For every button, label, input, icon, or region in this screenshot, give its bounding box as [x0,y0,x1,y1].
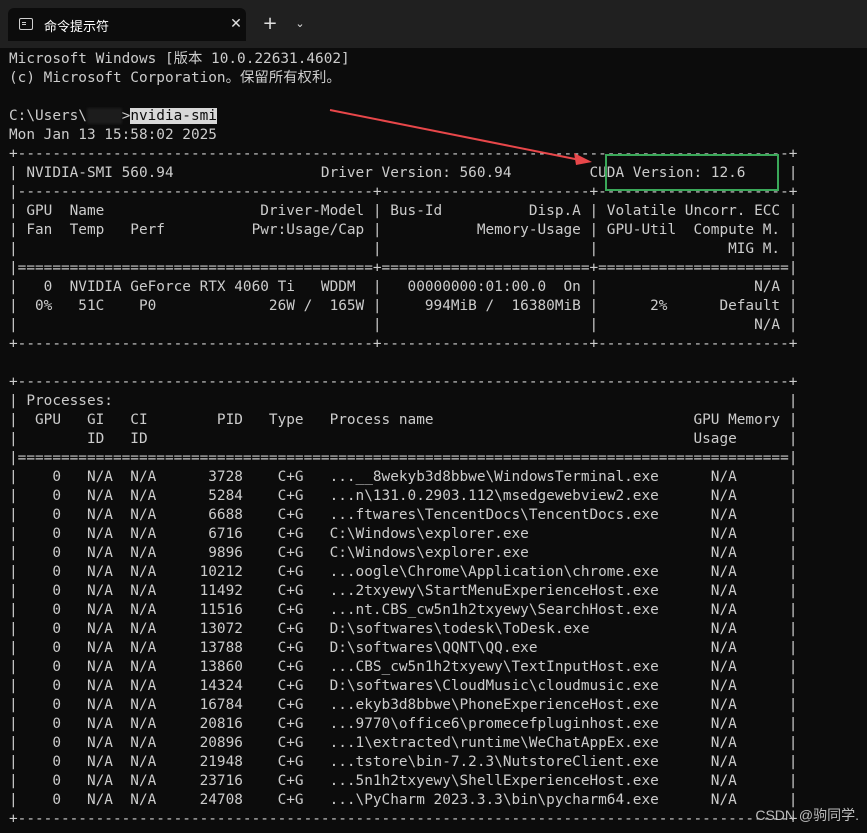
watermark: CSDN @驹同学. [755,807,859,823]
annotation-arrow [329,109,592,165]
